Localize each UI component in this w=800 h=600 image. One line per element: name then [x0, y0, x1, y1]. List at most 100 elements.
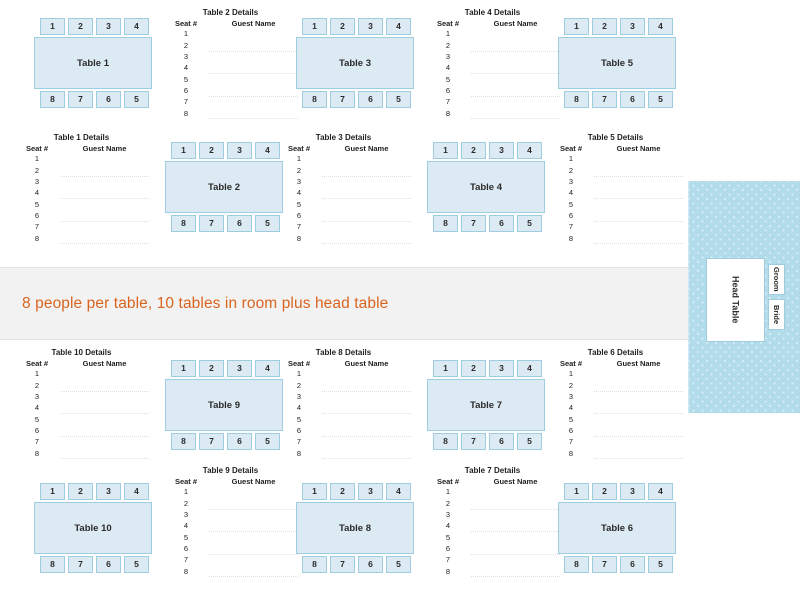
details-row[interactable]: 8: [14, 233, 149, 245]
details-row[interactable]: 5: [163, 74, 298, 85]
table-body[interactable]: Table 3: [296, 37, 414, 89]
seat-7[interactable]: 7: [592, 91, 617, 108]
seat-4[interactable]: 4: [517, 360, 542, 377]
row-guest-name[interactable]: [594, 414, 683, 425]
row-guest-name[interactable]: [594, 436, 683, 447]
table-body[interactable]: Table 2: [165, 161, 283, 213]
seat-3[interactable]: 3: [96, 18, 121, 35]
details-row[interactable]: 7: [14, 221, 149, 232]
seat-7[interactable]: 7: [199, 215, 224, 232]
row-guest-name[interactable]: [60, 154, 149, 165]
seat-4[interactable]: 4: [648, 18, 673, 35]
details-row[interactable]: 7: [425, 96, 560, 107]
details-row[interactable]: 8: [548, 233, 683, 245]
row-guest-name[interactable]: [471, 532, 560, 543]
details-row[interactable]: 8: [163, 566, 298, 578]
row-guest-name[interactable]: [60, 391, 149, 402]
details-row[interactable]: 5: [548, 199, 683, 210]
details-row[interactable]: 4: [276, 402, 411, 415]
row-guest-name[interactable]: [471, 543, 560, 555]
details-row[interactable]: 7: [276, 221, 411, 232]
row-guest-name[interactable]: [594, 164, 683, 177]
details-row[interactable]: 5: [548, 414, 683, 425]
details-row[interactable]: 3: [14, 176, 149, 187]
details-row[interactable]: 6: [276, 210, 411, 222]
seat-6[interactable]: 6: [358, 556, 383, 573]
seat-bride[interactable]: Bride: [768, 299, 785, 330]
details-row[interactable]: 1: [425, 487, 560, 498]
row-guest-name[interactable]: [594, 176, 683, 187]
seat-3[interactable]: 3: [227, 142, 252, 159]
row-guest-name[interactable]: [322, 232, 411, 245]
seat-8[interactable]: 8: [40, 91, 65, 108]
seat-1[interactable]: 1: [171, 360, 196, 377]
seat-7[interactable]: 7: [68, 91, 93, 108]
details-row[interactable]: 1: [276, 369, 411, 380]
row-guest-name[interactable]: [594, 154, 683, 165]
seat-8[interactable]: 8: [564, 556, 589, 573]
details-row[interactable]: 3: [276, 176, 411, 187]
seat-3[interactable]: 3: [620, 483, 645, 500]
seat-5[interactable]: 5: [648, 91, 673, 108]
row-guest-name[interactable]: [471, 96, 560, 107]
row-guest-name[interactable]: [209, 543, 298, 555]
row-guest-name[interactable]: [594, 425, 683, 437]
details-row[interactable]: 4: [163, 520, 298, 533]
details-row[interactable]: 7: [548, 221, 683, 232]
seat-5[interactable]: 5: [517, 433, 542, 450]
details-row[interactable]: 4: [14, 187, 149, 200]
row-guest-name[interactable]: [471, 107, 560, 120]
seat-1[interactable]: 1: [302, 483, 327, 500]
details-row[interactable]: 3: [14, 391, 149, 402]
seat-7[interactable]: 7: [68, 556, 93, 573]
row-guest-name[interactable]: [209, 497, 298, 510]
seat-8[interactable]: 8: [433, 433, 458, 450]
row-guest-name[interactable]: [60, 436, 149, 447]
details-row[interactable]: 5: [425, 532, 560, 543]
details-row[interactable]: 2: [425, 498, 560, 510]
details-row[interactable]: 2: [276, 164, 411, 177]
table-body[interactable]: Table 5: [558, 37, 676, 89]
details-row[interactable]: 7: [276, 436, 411, 447]
row-guest-name[interactable]: [209, 96, 298, 107]
seat-4[interactable]: 4: [648, 483, 673, 500]
details-row[interactable]: 1: [14, 369, 149, 380]
row-guest-name[interactable]: [471, 520, 560, 533]
details-row[interactable]: 8: [276, 448, 411, 460]
row-guest-name[interactable]: [60, 447, 149, 460]
details-row[interactable]: 6: [425, 543, 560, 555]
row-guest-name[interactable]: [60, 210, 149, 222]
seat-3[interactable]: 3: [96, 483, 121, 500]
table-group-3[interactable]: 1 2 3 4 Table 3 8 7 6 5: [296, 18, 414, 108]
details-row[interactable]: 8: [276, 232, 411, 245]
table-group-8[interactable]: 1 2 3 4 Table 8 8 7 6 5: [296, 483, 414, 573]
table-body[interactable]: Table 6: [558, 502, 676, 554]
row-guest-name[interactable]: [322, 402, 411, 415]
seat-2[interactable]: 2: [330, 483, 355, 500]
row-guest-name[interactable]: [322, 436, 411, 447]
row-guest-name[interactable]: [594, 199, 683, 210]
details-row[interactable]: 1: [548, 154, 683, 165]
seat-4[interactable]: 4: [386, 18, 411, 35]
row-guest-name[interactable]: [60, 402, 149, 415]
seat-4[interactable]: 4: [124, 483, 149, 500]
seat-6[interactable]: 6: [489, 433, 514, 450]
row-guest-name[interactable]: [322, 164, 411, 177]
seat-4[interactable]: 4: [124, 18, 149, 35]
details-row[interactable]: 8: [14, 447, 149, 460]
row-guest-name[interactable]: [322, 210, 411, 222]
details-row[interactable]: 3: [548, 176, 683, 187]
seat-6[interactable]: 6: [489, 215, 514, 232]
details-row[interactable]: 7: [163, 96, 298, 107]
row-guest-name[interactable]: [594, 369, 683, 380]
row-guest-name[interactable]: [209, 74, 298, 85]
row-guest-name[interactable]: [322, 221, 411, 232]
table-body[interactable]: Table 8: [296, 502, 414, 554]
seat-6[interactable]: 6: [620, 556, 645, 573]
seat-1[interactable]: 1: [564, 483, 589, 500]
details-row[interactable]: 3: [163, 509, 298, 520]
details-row[interactable]: 6: [425, 85, 560, 97]
seat-1[interactable]: 1: [302, 18, 327, 35]
row-guest-name[interactable]: [60, 176, 149, 187]
details-row[interactable]: 5: [276, 414, 411, 425]
